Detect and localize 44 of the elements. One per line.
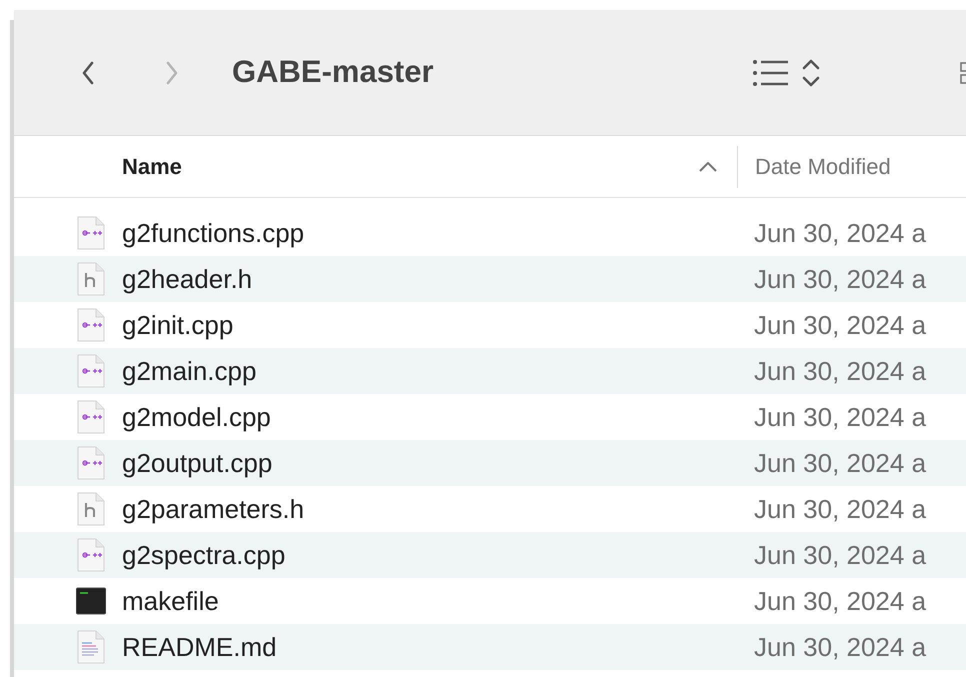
- date-modified: Jun 30, 2024 a: [753, 630, 926, 664]
- date-modified: Jun 30, 2024 a: [753, 446, 926, 480]
- cpp-file-icon: [76, 400, 106, 434]
- cpp-file-icon: [76, 538, 106, 572]
- grid-view-icon[interactable]: [959, 62, 966, 84]
- sort-chevron-icon[interactable]: [699, 162, 717, 172]
- file-name: g2main.cpp: [122, 354, 256, 388]
- file-row[interactable]: g2spectra.cpp Jun 30, 2024 a: [14, 532, 966, 578]
- file-name: g2model.cpp: [122, 400, 271, 434]
- cpp-file-icon: [76, 354, 106, 388]
- window-title: GABE-master: [232, 53, 434, 92]
- file-row[interactable]: README.md Jun 30, 2024 a: [14, 624, 966, 670]
- file-row[interactable]: g2parameters.h Jun 30, 2024 a: [14, 486, 966, 532]
- file-name: g2spectra.cpp: [122, 538, 286, 572]
- date-modified: Jun 30, 2024 a: [753, 400, 926, 434]
- file-row[interactable]: makefile Jun 30, 2024 a: [14, 578, 966, 624]
- file-name: g2output.cpp: [122, 446, 272, 480]
- file-row[interactable]: g2header.h Jun 30, 2024 a: [14, 256, 966, 302]
- file-row[interactable]: g2main.cpp Jun 30, 2024 a: [14, 348, 966, 394]
- file-name: README.md: [122, 630, 277, 664]
- header-file-icon: [76, 262, 106, 296]
- date-modified: Jun 30, 2024 a: [753, 584, 926, 618]
- file-name: makefile: [122, 584, 219, 618]
- cpp-file-icon: [76, 216, 106, 250]
- cpp-file-icon: [76, 308, 106, 342]
- column-heading[interactable]: Name: [122, 150, 182, 183]
- file-name: g2init.cpp: [122, 308, 234, 342]
- date-modified: Jun 30, 2024 a: [753, 492, 926, 526]
- date-modified: Jun 30, 2024 a: [753, 538, 926, 572]
- file-row[interactable]: g2init.cpp Jun 30, 2024 a: [14, 302, 966, 348]
- header-file-icon: [76, 492, 106, 526]
- file-name: g2functions.cpp: [122, 216, 304, 250]
- date-modified: Jun 30, 2024 a: [753, 262, 926, 296]
- date-modified: Jun 30, 2024 a: [753, 308, 926, 342]
- file-row[interactable]: g2functions.cpp Jun 30, 2024 a: [14, 210, 966, 256]
- file-row[interactable]: g2model.cpp Jun 30, 2024 a: [14, 394, 966, 440]
- file-row[interactable]: g2output.cpp Jun 30, 2024 a: [14, 440, 966, 486]
- date-modified: Jun 30, 2024 a: [753, 216, 926, 250]
- file-name: g2header.h: [122, 262, 252, 296]
- column-heading[interactable]: Date Modified: [738, 150, 891, 183]
- document-icon: [76, 630, 106, 664]
- cpp-file-icon: [76, 446, 106, 480]
- file-name: g2parameters.h: [122, 492, 304, 526]
- date-modified: Jun 30, 2024 a: [753, 354, 926, 388]
